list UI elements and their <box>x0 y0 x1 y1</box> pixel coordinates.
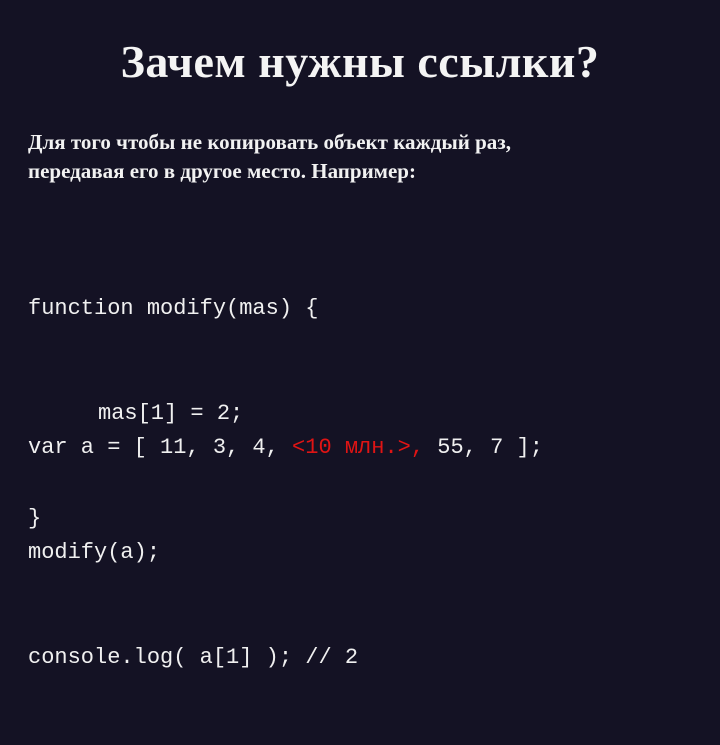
intro-paragraph: Для того чтобы не копировать объект кажд… <box>28 128 708 186</box>
highlighted-placeholder: <10 млн.>, <box>292 435 425 460</box>
code-line: function modify(mas) { <box>28 296 319 321</box>
code-line-array: var a = [ 11, 3, 4, <10 млн.>, 55, 7 ]; <box>28 430 543 465</box>
code-line: modify(a); <box>28 540 161 565</box>
code-text: 55, 7 ]; <box>424 435 543 460</box>
slide-title: Зачем нужны ссылки? <box>120 36 600 87</box>
code-text: var a = [ 11, 3, 4, <box>28 435 293 460</box>
code-line: console.log( a[1] ); // 2 <box>28 645 359 670</box>
intro-line: передавая его в другое место. Например: <box>28 159 416 183</box>
code-block-usage: var a = [ 11, 3, 4, <10 млн.>, 55, 7 ]; … <box>28 360 543 745</box>
intro-line: Для того чтобы не копировать объект кажд… <box>28 130 511 154</box>
